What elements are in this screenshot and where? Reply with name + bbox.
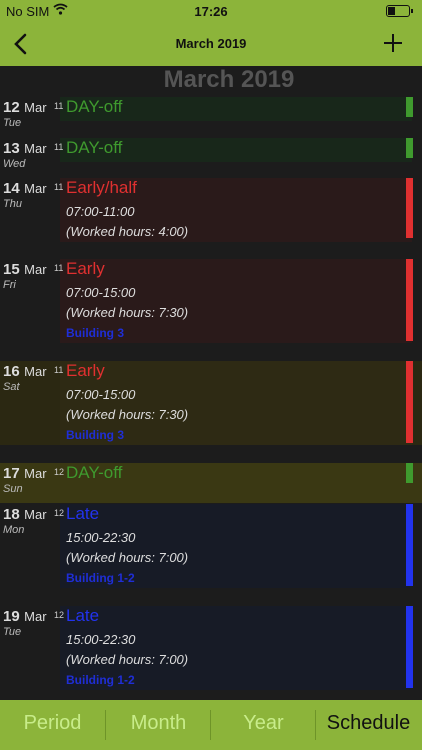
- date-label: 16 Mar: [3, 363, 47, 381]
- day-number: 19: [3, 608, 20, 625]
- day-row[interactable]: 13 Mar Wed 11 DAY-off: [0, 138, 422, 170]
- day-number: 13: [3, 140, 20, 157]
- shift-name: Late: [66, 504, 100, 523]
- tab-month[interactable]: Month: [106, 712, 211, 735]
- building-label: Building 3: [66, 326, 124, 340]
- shift-hours: 15:00-22:30: [66, 530, 136, 545]
- tab-bar: Period Month Year Schedule: [0, 700, 422, 750]
- worked-hours: (Worked hours: 7:30): [66, 305, 189, 320]
- date-label: 17 Mar: [3, 465, 47, 483]
- nav-bar: March 2019: [0, 22, 422, 66]
- shift-name: Early: [66, 259, 105, 278]
- shift-hours: 07:00-15:00: [66, 285, 136, 300]
- building-label: Building 1-2: [66, 673, 135, 687]
- tab-year[interactable]: Year: [211, 712, 316, 735]
- day-number: 17: [3, 465, 20, 482]
- status-bar: No SIM 17:26: [0, 0, 422, 22]
- week-number: 11: [54, 182, 64, 192]
- shift-color-bar: [406, 504, 413, 586]
- tab-schedule[interactable]: Schedule: [316, 712, 421, 735]
- battery-icon: [386, 5, 413, 17]
- weekday-label: Thu: [3, 198, 22, 210]
- day-number: 15: [3, 261, 20, 278]
- shift-name: Late: [66, 606, 100, 625]
- date-label: 13 Mar: [3, 140, 47, 158]
- weekday-label: Fri: [3, 279, 16, 291]
- tab-period[interactable]: Period: [0, 712, 105, 735]
- shift-color-bar: [406, 361, 413, 443]
- shift-hours: 07:00-11:00: [66, 204, 135, 219]
- week-number: 11: [54, 101, 64, 111]
- month-abbr: Mar: [24, 609, 47, 624]
- shift-color-bar: [406, 463, 413, 483]
- month-abbr: Mar: [24, 262, 47, 277]
- weekday-label: Sun: [3, 483, 23, 495]
- shift-color-bar: [406, 259, 413, 341]
- date-label: 15 Mar: [3, 261, 47, 279]
- weekday-label: Mon: [3, 524, 25, 536]
- date-label: 19 Mar: [3, 608, 47, 626]
- weekday-label: Sat: [3, 381, 20, 393]
- clock: 17:26: [194, 4, 228, 19]
- shift-name: Early: [66, 361, 105, 380]
- shift-color-bar: [406, 138, 413, 158]
- day-number: 12: [3, 99, 20, 116]
- month-abbr: Mar: [24, 181, 47, 196]
- week-number: 12: [54, 467, 65, 477]
- day-number: 14: [3, 180, 20, 197]
- week-number: 12: [54, 610, 65, 620]
- weekday-label: Tue: [3, 626, 22, 638]
- shift-name: DAY-off: [66, 97, 123, 116]
- shift-hours: 07:00-15:00: [66, 387, 136, 402]
- day-row[interactable]: 18 Mar Mon 12 Late 15:00-22:30 (Worked hours:…: [0, 504, 422, 588]
- day-row[interactable]: 12 Mar Tue 11 DAY-off: [0, 97, 422, 129]
- month-abbr: Mar: [24, 364, 47, 379]
- month-section-header: March 2019: [163, 66, 295, 93]
- worked-hours: (Worked hours: 7:30): [66, 407, 189, 422]
- shift-name: DAY-off: [66, 463, 123, 482]
- building-label: Building 3: [66, 428, 124, 442]
- worked-hours: (Worked hours: 7:00): [66, 652, 189, 667]
- date-label: 12 Mar: [3, 99, 47, 117]
- worked-hours: (Worked hours: 4:00): [66, 224, 189, 239]
- week-number: 11: [54, 263, 64, 273]
- building-label: Building 1-2: [66, 571, 135, 585]
- month-abbr: Mar: [24, 466, 47, 481]
- day-row[interactable]: 14 Mar Thu 11 Early/half 07:00-11:00 (Worked …: [0, 178, 422, 242]
- shift-color-bar: [406, 178, 413, 238]
- worked-hours: (Worked hours: 7:00): [66, 550, 189, 565]
- day-row[interactable]: 15 Mar Fri 11 Early 07:00-15:00 (Worked hours…: [0, 259, 422, 343]
- weekday-label: Tue: [3, 117, 22, 129]
- week-number: 11: [54, 365, 64, 375]
- shift-name: Early/half: [66, 178, 137, 197]
- date-label: 18 Mar: [3, 506, 47, 524]
- day-number: 16: [3, 363, 20, 380]
- week-number: 12: [54, 508, 65, 518]
- day-row[interactable]: 17 Mar Sun 12 DAY-off: [0, 463, 422, 503]
- date-label: 14 Mar: [3, 180, 47, 198]
- week-number: 11: [54, 142, 64, 152]
- shift-name: DAY-off: [66, 138, 123, 157]
- month-abbr: Mar: [24, 507, 47, 522]
- month-abbr: Mar: [24, 141, 47, 156]
- shift-color-bar: [406, 606, 413, 688]
- day-row[interactable]: 16 Mar Sat 11 Early 07:00-15:00 (Worked hours…: [0, 361, 422, 445]
- day-number: 18: [3, 506, 20, 523]
- day-row[interactable]: 19 Mar Tue 12 Late 15:00-22:30 (Worked hours:…: [0, 606, 422, 690]
- nav-title: March 2019: [175, 36, 247, 51]
- month-abbr: Mar: [24, 100, 47, 115]
- weekday-label: Wed: [3, 158, 26, 170]
- shift-hours: 15:00-22:30: [66, 632, 136, 647]
- shift-color-bar: [406, 97, 413, 117]
- add-icon[interactable]: [382, 32, 404, 54]
